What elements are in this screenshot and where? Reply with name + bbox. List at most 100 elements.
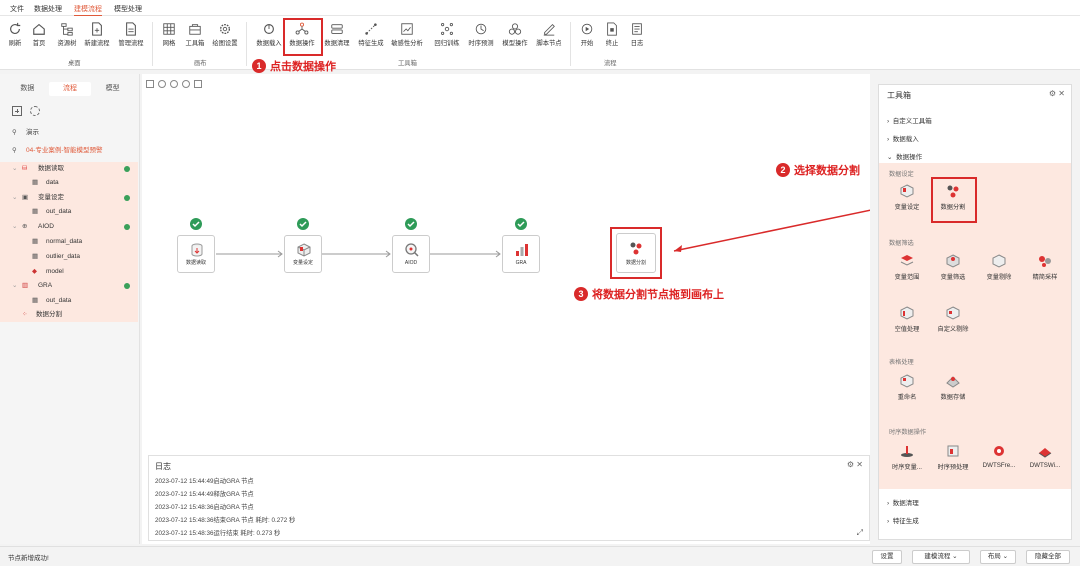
status-bar: 节点新增成功! 设置 建模流程 ⌄ 布局 ⌄ 隐藏全部 bbox=[0, 546, 1080, 566]
tree-node-gra[interactable]: ⌄ ▥ GRA bbox=[0, 279, 140, 293]
tool-var-range[interactable]: 变量范围 bbox=[885, 249, 929, 293]
tree-node-aiod[interactable]: ⌄ ⊕ AIOD bbox=[0, 220, 140, 234]
model-operation-icon bbox=[508, 23, 522, 35]
group-label: 数据筛选 bbox=[889, 240, 914, 247]
tree-output[interactable]: ◆ model bbox=[0, 265, 140, 279]
menu-model-process[interactable]: 模型处理 bbox=[114, 4, 142, 14]
tree-project-label[interactable]: 04-专业案例-智能模型预警 bbox=[26, 144, 103, 158]
draw-settings-label: 绘图设置 bbox=[212, 40, 238, 47]
null-icon bbox=[900, 306, 914, 320]
flow-icon: ⚲ bbox=[12, 147, 17, 154]
expand-icon[interactable]: ⤢ bbox=[857, 528, 863, 538]
model-operation-button[interactable]: 模型操作 bbox=[498, 20, 532, 50]
tool-dwts-wi[interactable]: DWTSWi... bbox=[1023, 439, 1067, 483]
tree-demo-label[interactable]: 演示 bbox=[26, 126, 39, 140]
data-clean-button[interactable]: 数据清理 bbox=[320, 20, 354, 50]
group-toolbox: 工具箱 bbox=[398, 60, 417, 67]
log-button[interactable]: 日志 bbox=[620, 20, 654, 50]
tab-data[interactable]: 数据 bbox=[6, 82, 49, 96]
menu-data-process[interactable]: 数据处理 bbox=[34, 4, 62, 14]
toolbox-button[interactable]: 工具箱 bbox=[178, 20, 212, 50]
hide-all-button[interactable]: 隐藏全部 bbox=[1026, 550, 1070, 564]
section-label: 数据操作 bbox=[896, 154, 923, 161]
dwts-fre-icon bbox=[994, 446, 1004, 456]
tool-ts-preprocess[interactable]: 时序预处理 bbox=[931, 439, 975, 483]
tool-label: 时序变量... bbox=[892, 464, 922, 471]
status-dot bbox=[124, 166, 130, 172]
step2-text: 选择数据分割 bbox=[794, 165, 860, 177]
modeling-flow-select[interactable]: 建模流程 ⌄ bbox=[912, 550, 970, 564]
highlight-data-operation bbox=[283, 18, 323, 56]
tree-node-label: 数据读取 bbox=[38, 165, 64, 172]
script-node-button[interactable]: 脚本节点 bbox=[532, 20, 566, 50]
tree-output[interactable]: ▦ out_data bbox=[0, 205, 140, 219]
chevron-down-icon: ⌄ bbox=[952, 553, 958, 560]
new-flow-button[interactable]: 新建流程 bbox=[80, 20, 114, 50]
resource-tree-button[interactable]: 资源树 bbox=[50, 20, 84, 50]
tool-data-store[interactable]: 数据存储 bbox=[931, 369, 975, 413]
tool-label: DWTSFre... bbox=[982, 462, 1016, 469]
sensitivity-button[interactable]: 敏感性分析 bbox=[390, 20, 424, 50]
manage-file-icon bbox=[126, 22, 136, 36]
regression-label: 回归训练 bbox=[434, 40, 460, 47]
tree-node-read[interactable]: ⌄ ⛁ 数据读取 bbox=[0, 162, 140, 176]
tree-output[interactable]: ▦ outlier_data bbox=[0, 250, 140, 264]
dwts-wi-icon bbox=[1038, 448, 1052, 458]
select-value: 布局 bbox=[987, 553, 1001, 560]
model-icon: ◆ bbox=[32, 268, 37, 275]
tool-var-filter[interactable]: 变量筛选 bbox=[931, 249, 975, 293]
tree-output[interactable]: ▦ out_data bbox=[0, 294, 140, 308]
tab-model[interactable]: 模型 bbox=[91, 82, 134, 96]
tool-dwts-fre[interactable]: DWTSFre... bbox=[977, 439, 1021, 483]
tool-var-remove[interactable]: 变量剔除 bbox=[977, 249, 1021, 293]
tree-output[interactable]: ▦ data bbox=[0, 176, 140, 190]
tool-label: 变量剔除 bbox=[986, 274, 1012, 281]
log-panel: 日志 ⚙ ✕ 2023-07-12 15:44:49启动GRA 节点 2023-… bbox=[148, 455, 870, 541]
section-load[interactable]: › 数据载入 bbox=[887, 133, 919, 143]
tree-node-var[interactable]: ⌄ ▣ 变量设定 bbox=[0, 191, 140, 205]
settings-icon[interactable] bbox=[30, 106, 40, 116]
tool-rename[interactable]: 重命名 bbox=[885, 369, 929, 413]
section-clean[interactable]: › 数据清理 bbox=[887, 497, 919, 507]
tool-var-setting[interactable]: 变量设定 bbox=[885, 179, 929, 223]
section-feature[interactable]: › 特征生成 bbox=[887, 515, 919, 525]
tool-ts-var[interactable]: 时序变量... bbox=[885, 439, 929, 483]
toolbox-close-icon[interactable]: ⚙ ✕ bbox=[1049, 89, 1065, 98]
tool-custom-remove[interactable]: 自定义剔除 bbox=[931, 301, 975, 345]
section-label: 数据清理 bbox=[892, 500, 919, 507]
select-value: 建模流程 bbox=[924, 553, 951, 560]
settings-button[interactable]: 设置 bbox=[872, 550, 902, 564]
log-title: 日志 bbox=[155, 462, 171, 471]
draw-settings-button[interactable]: 绘图设置 bbox=[208, 20, 242, 50]
data-load-button[interactable]: 数据载入 bbox=[252, 20, 286, 50]
tool-sampling[interactable]: 精简采样 bbox=[1023, 249, 1067, 293]
sensitivity-label: 敏感性分析 bbox=[391, 40, 423, 47]
tree-output[interactable]: ▦ normal_data bbox=[0, 235, 140, 249]
section-custom[interactable]: › 自定义工具箱 bbox=[887, 115, 932, 125]
play-icon bbox=[581, 23, 593, 35]
log-close-icon[interactable]: ⚙ ✕ bbox=[847, 460, 863, 469]
menu-modeling-flow[interactable]: 建模流程 bbox=[74, 4, 102, 16]
status-message: 节点新增成功! bbox=[8, 555, 49, 562]
regression-button[interactable]: 回归训练 bbox=[430, 20, 464, 50]
tree-node-split[interactable]: ⁘ 数据分割 bbox=[0, 308, 140, 322]
script-icon bbox=[543, 24, 555, 36]
tool-null-handle[interactable]: 空值处理 bbox=[885, 301, 929, 345]
annotation-step2: 2 选择数据分割 bbox=[776, 162, 860, 178]
filter-icon bbox=[946, 254, 960, 268]
tab-flow[interactable]: 流程 bbox=[48, 82, 92, 96]
feature-gen-icon bbox=[365, 23, 377, 35]
left-panel: 数据 流程 模型 ⚲ 演示 ⚲ 04-专业案例-智能模型预警 ⌄ ⛁ 数据读取 ▦ d… bbox=[0, 74, 140, 544]
annotation-step3: 3 将数据分割节点拖到画布上 bbox=[574, 286, 724, 302]
menu-file[interactable]: 文件 bbox=[10, 4, 24, 14]
add-icon[interactable] bbox=[12, 106, 22, 116]
manage-flow-button[interactable]: 管理流程 bbox=[114, 20, 148, 50]
layout-select[interactable]: 布局 ⌄ bbox=[980, 550, 1016, 564]
stop-icon bbox=[607, 22, 617, 36]
feature-gen-button[interactable]: 特征生成 bbox=[354, 20, 388, 50]
split-icon: ⁘ bbox=[22, 311, 28, 318]
group-desktop: 桌面 bbox=[68, 60, 81, 67]
ts-predict-button[interactable]: 时序预测 bbox=[464, 20, 498, 50]
sampling-icon bbox=[1039, 256, 1051, 267]
section-operation[interactable]: ⌄ 数据操作 bbox=[887, 151, 922, 161]
